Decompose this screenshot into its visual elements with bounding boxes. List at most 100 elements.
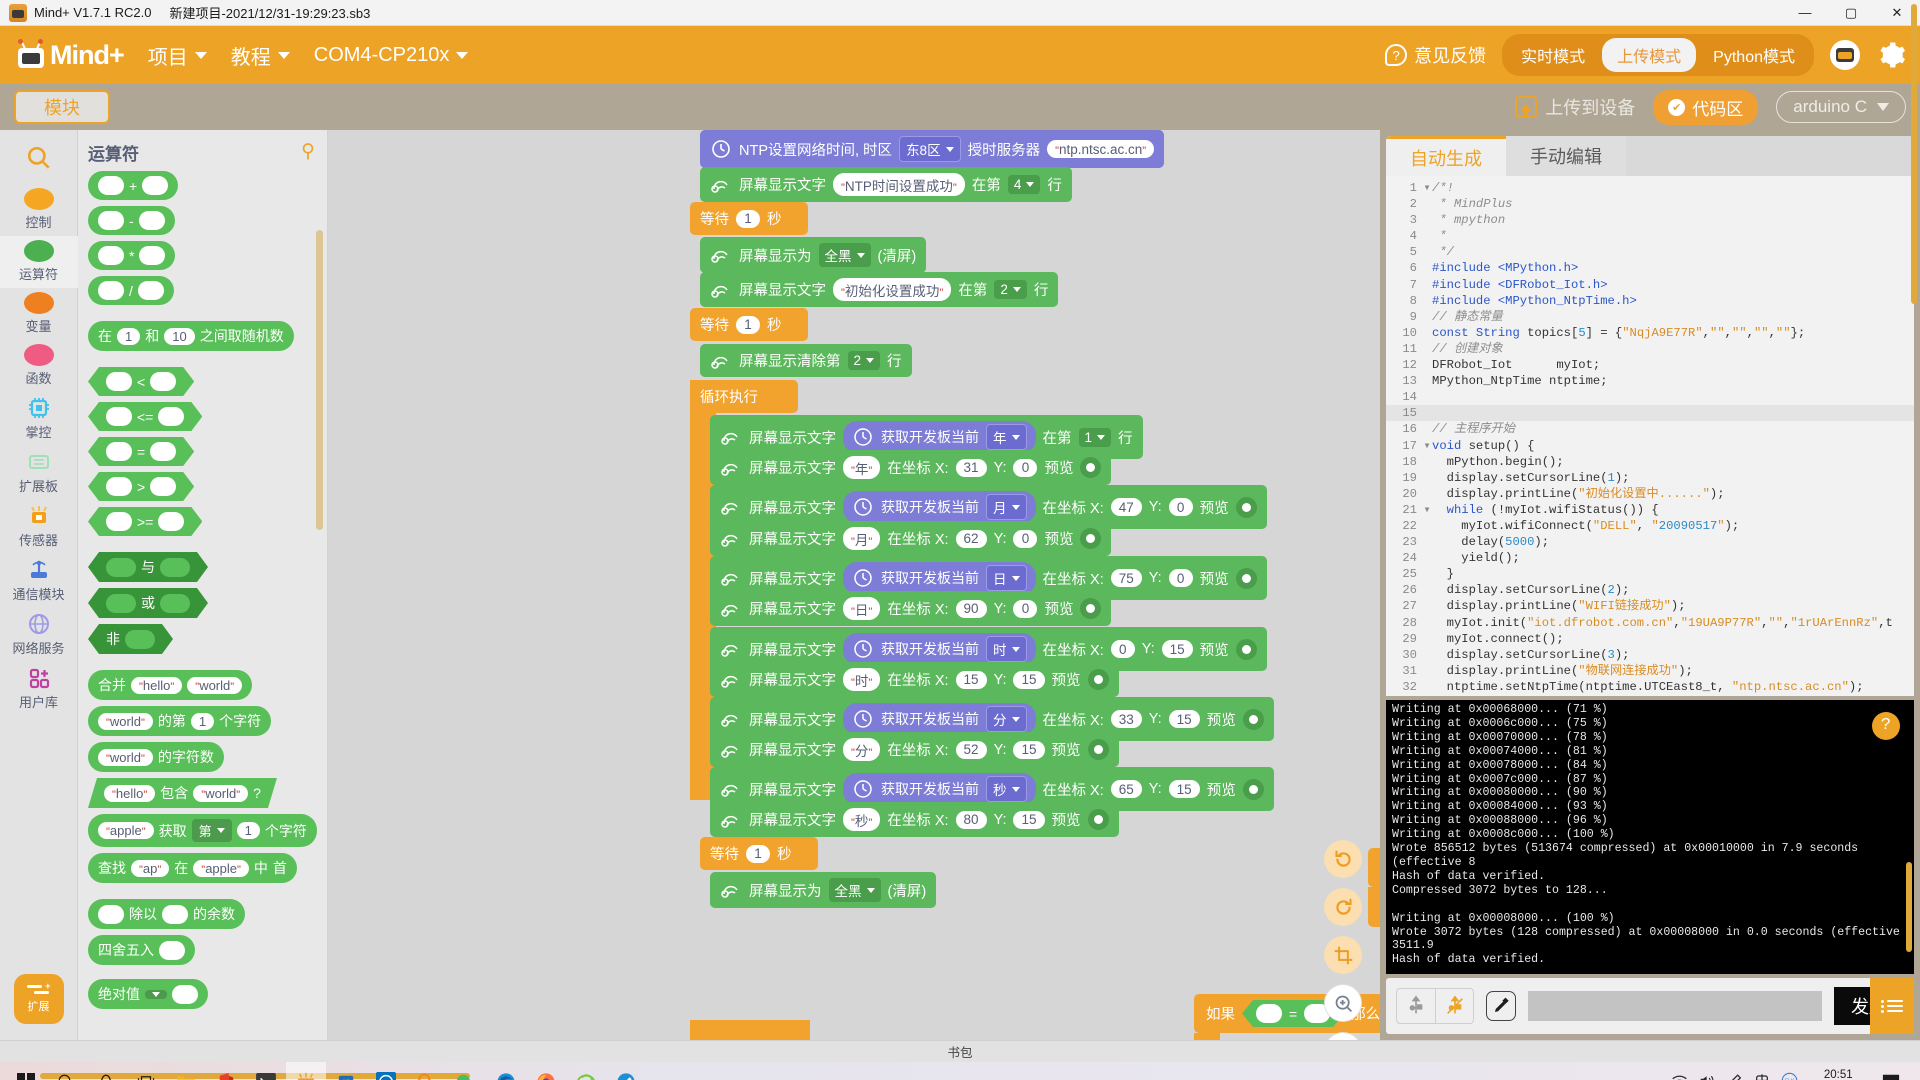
- mode-python[interactable]: Python模式: [1698, 38, 1810, 72]
- wechat-icon[interactable]: [446, 1062, 486, 1080]
- preview-eye-icon[interactable]: [1087, 669, 1109, 690]
- code-vertical-scrollbar[interactable]: [1911, 4, 1917, 304]
- join-a[interactable]: "hello": [131, 676, 183, 694]
- pen-icon[interactable]: [1727, 1073, 1743, 1080]
- workspace-block-forever-footer[interactable]: [690, 1020, 810, 1040]
- line-dropdown[interactable]: 1: [1078, 427, 1112, 447]
- get-board-time-block[interactable]: 获取开发板当前 时: [843, 633, 1036, 665]
- x-field[interactable]: 0: [1110, 640, 1135, 658]
- y-field[interactable]: 0: [1013, 458, 1038, 477]
- search-app-icon[interactable]: [406, 1062, 446, 1080]
- palette-block-abs[interactable]: 绝对值: [88, 979, 208, 1009]
- workspace-block-label-day[interactable]: 屏幕显示文字 "日" 在坐标 X: 90 Y: 0 预览: [710, 591, 1112, 626]
- code-area-toggle[interactable]: ✔ 代码区: [1653, 89, 1759, 125]
- x-field[interactable]: 75: [1110, 569, 1142, 587]
- mindplus-icon[interactable]: [286, 1062, 326, 1080]
- search-icon[interactable]: [46, 1062, 86, 1080]
- backpack-label[interactable]: 书包: [947, 1042, 972, 1061]
- palette-block-get-char[interactable]: "apple" 获取 第 1 个字符: [88, 814, 317, 847]
- preview-eye-icon[interactable]: [1080, 457, 1102, 478]
- workspace-block-label-hour[interactable]: 屏幕显示文字 "时" 在坐标 X: 15 Y: 15 预览: [710, 662, 1119, 697]
- text-field[interactable]: "年": [843, 456, 881, 479]
- palette-block-modulo[interactable]: 除以 的余数: [88, 899, 245, 929]
- search-blocks-button[interactable]: [19, 138, 59, 178]
- preview-eye-icon[interactable]: [1235, 638, 1257, 660]
- find-haystack[interactable]: "apple": [193, 859, 249, 877]
- workspace-block-clear-line[interactable]: 屏幕显示清除第 2 行: [700, 344, 912, 377]
- feedback-button[interactable]: ? 意见反馈: [1385, 42, 1486, 68]
- preview-eye-icon[interactable]: [1080, 528, 1102, 549]
- wait-seconds-field[interactable]: 1: [736, 209, 760, 228]
- input-method-icon[interactable]: [1754, 1073, 1770, 1080]
- palette-block-add[interactable]: +: [88, 171, 179, 200]
- preview-eye-icon[interactable]: [1242, 708, 1264, 730]
- console-menu-button[interactable]: [1870, 978, 1914, 1034]
- x-field[interactable]: 31: [955, 458, 987, 477]
- sidebar-item-user-library[interactable]: 用户库: [0, 662, 78, 716]
- usb-disconnect-icon[interactable]: [1435, 989, 1473, 1023]
- workspace-block-label-minute[interactable]: 屏幕显示文字 "分" 在坐标 X: 52 Y: 15 预览: [710, 732, 1119, 767]
- dell-icon[interactable]: D: [366, 1062, 406, 1080]
- volume-icon[interactable]: [1699, 1073, 1716, 1080]
- tool-icon[interactable]: [606, 1062, 646, 1080]
- palette-block-multiply[interactable]: *: [88, 241, 176, 270]
- block-palette[interactable]: 运算符 ⚲ + - * / 在 1 和 10 之间取随机数 < <= = > >…: [78, 130, 328, 1040]
- edge-icon[interactable]: [486, 1062, 526, 1080]
- text-field[interactable]: "秒": [843, 808, 881, 831]
- line-dropdown[interactable]: 4: [1007, 175, 1041, 194]
- time-unit-dropdown[interactable]: 年: [986, 424, 1027, 450]
- wifi-icon[interactable]: [1671, 1073, 1688, 1080]
- text-field[interactable]: "分": [843, 738, 881, 761]
- palette-scrollbar[interactable]: [316, 230, 323, 530]
- mode-realtime[interactable]: 实时模式: [1506, 38, 1600, 72]
- get-board-time-block[interactable]: 获取开发板当前 日: [843, 562, 1036, 594]
- extension-button[interactable]: + 扩展: [13, 974, 64, 1024]
- palette-block-find[interactable]: 查找 "ap" 在 "apple" 中 首: [88, 853, 297, 883]
- palette-block-join[interactable]: 合并 "hello" "world": [88, 670, 253, 700]
- workspace-block-label-second[interactable]: 屏幕显示文字 "秒" 在坐标 X: 80 Y: 15 预览: [710, 802, 1119, 837]
- menu-tutorial[interactable]: 教程: [231, 41, 290, 70]
- workspace-block-wait-2[interactable]: 等待 1 秒: [690, 308, 808, 341]
- workspace-block-screen-clear-1[interactable]: 屏幕显示为 全黑 (清屏): [700, 237, 927, 273]
- sidebar-item-expansion-board[interactable]: 扩展板: [0, 446, 78, 500]
- palette-block-subtract[interactable]: -: [88, 206, 175, 235]
- x-field[interactable]: 80: [955, 810, 987, 829]
- zoom-out-button[interactable]: [1324, 1032, 1362, 1040]
- letter-of-index[interactable]: 1: [190, 712, 215, 730]
- tab-auto-generate[interactable]: 自动生成: [1386, 136, 1506, 176]
- workspace-block-wait-1[interactable]: 等待 1 秒: [690, 202, 808, 235]
- pin-icon[interactable]: ⚲: [301, 140, 315, 163]
- contains-a[interactable]: "hello": [104, 785, 155, 802]
- x-field[interactable]: 33: [1110, 710, 1142, 728]
- get-board-time-block[interactable]: 获取开发板当前 月: [843, 491, 1036, 523]
- redo-button[interactable]: [1324, 888, 1362, 926]
- tab-manual-edit[interactable]: 手动编辑: [1506, 136, 1626, 176]
- palette-block-less-than[interactable]: <: [88, 367, 194, 396]
- get-board-time-block[interactable]: 获取开发板当前 秒: [843, 773, 1036, 805]
- workspace-block-wait-3[interactable]: 等待 1 秒: [700, 837, 818, 870]
- y-field[interactable]: 0: [1013, 529, 1038, 548]
- help-icon[interactable]: ?: [1872, 712, 1900, 740]
- abs-dropdown[interactable]: [145, 989, 167, 999]
- sidebar-item-operators[interactable]: 运算符: [0, 236, 78, 288]
- zoom-in-button[interactable]: [1324, 984, 1362, 1022]
- palette-block-greater-than[interactable]: >: [88, 472, 194, 501]
- y-field[interactable]: 15: [1168, 710, 1200, 728]
- robot-account-button[interactable]: [1830, 40, 1860, 70]
- preview-eye-icon[interactable]: [1080, 598, 1102, 619]
- random-to[interactable]: 10: [164, 327, 195, 345]
- palette-block-length-of[interactable]: "world" 的字符数: [88, 742, 224, 772]
- x-field[interactable]: 52: [955, 740, 987, 759]
- task-view-icon[interactable]: [126, 1062, 166, 1080]
- crop-button[interactable]: [1324, 936, 1362, 974]
- upload-to-device-button[interactable]: 上传到设备: [1515, 94, 1635, 120]
- menu-serial-port[interactable]: COM4-CP210x: [314, 44, 469, 67]
- mode-upload[interactable]: 上传模式: [1602, 38, 1697, 72]
- find-needle[interactable]: "ap": [131, 859, 170, 877]
- x-field[interactable]: 62: [955, 529, 987, 548]
- palette-block-random[interactable]: 在 1 和 10 之间取随机数: [88, 321, 294, 351]
- y-field[interactable]: 15: [1013, 810, 1045, 829]
- undo-button[interactable]: [1324, 840, 1362, 878]
- language-select[interactable]: arduino C: [1776, 91, 1906, 123]
- maximize-button[interactable]: ▢: [1828, 0, 1874, 26]
